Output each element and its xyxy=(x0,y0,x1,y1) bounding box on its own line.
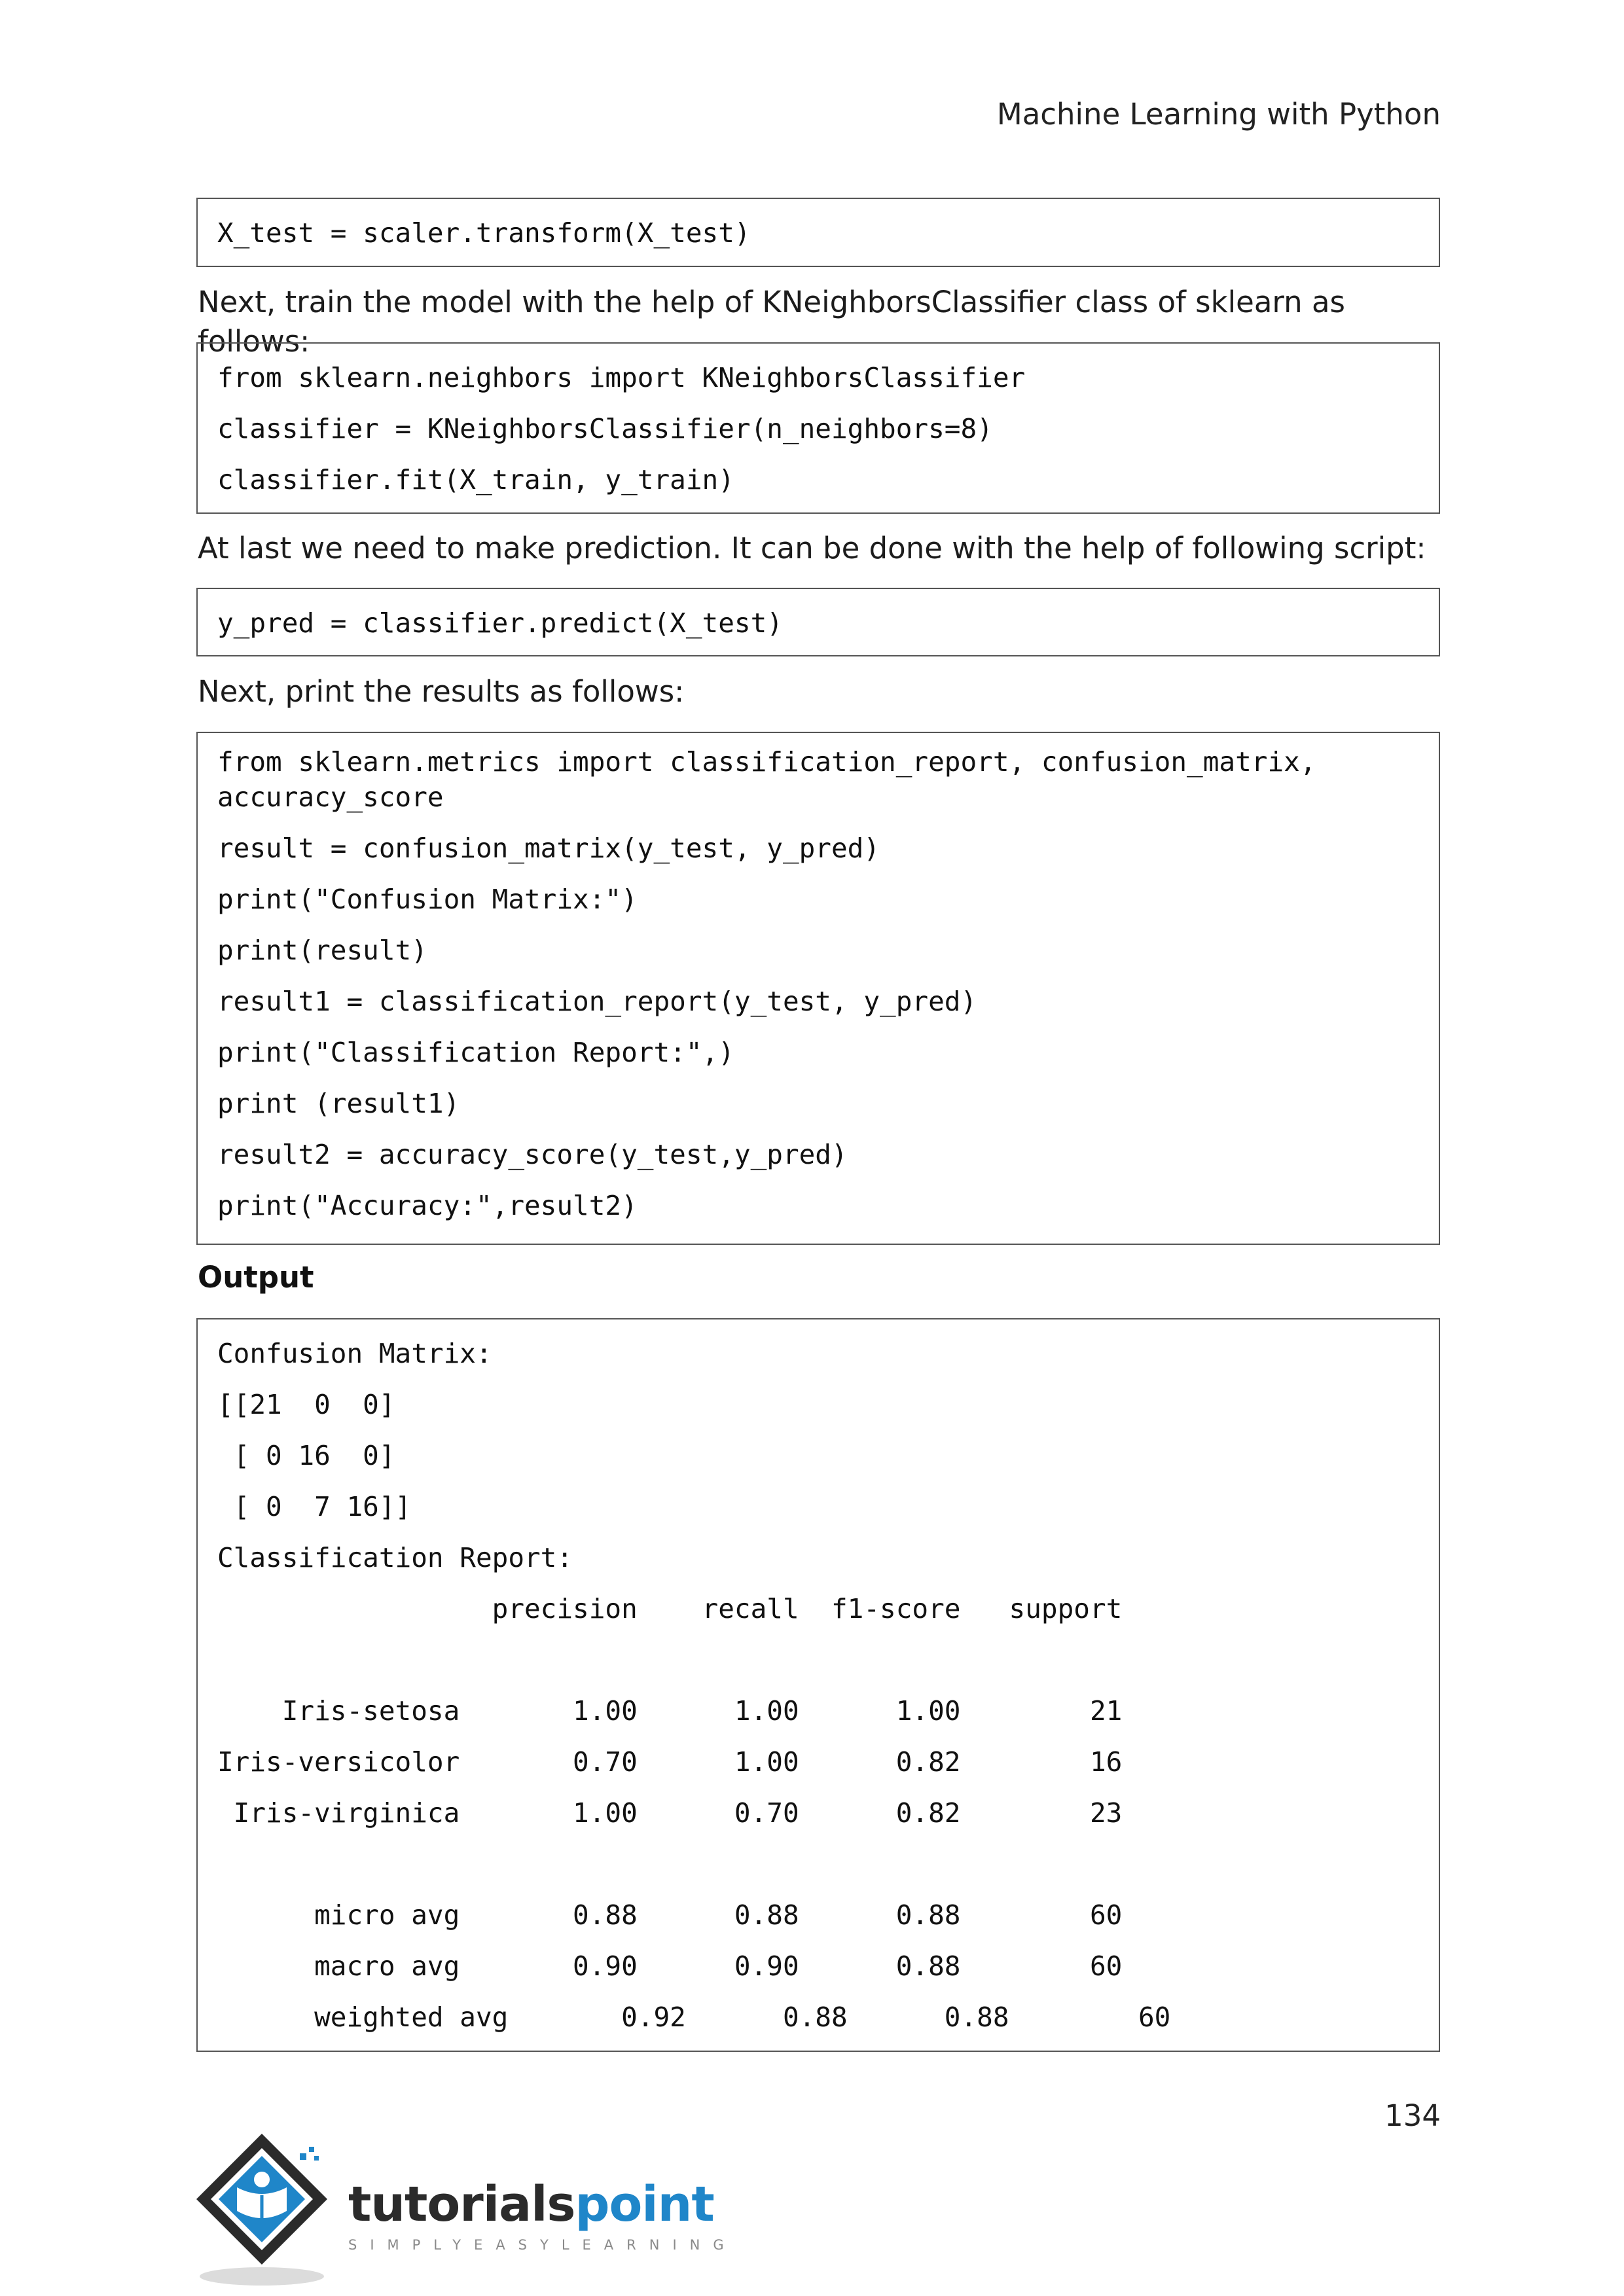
code-line: from sklearn.metrics import classificati… xyxy=(217,746,1316,813)
code-line: print("Accuracy:",result2) xyxy=(217,1190,638,1221)
code-line: from sklearn.neighbors import KNeighbors… xyxy=(217,362,1026,393)
output-line: Iris-virginica 1.00 0.70 0.82 23 xyxy=(217,1797,1123,1829)
output-line: [[21 0 0] xyxy=(217,1389,395,1420)
output-line: [ 0 7 16]] xyxy=(217,1491,412,1522)
code-line: y_pred = classifier.predict(X_test) xyxy=(217,607,783,639)
page-number: 134 xyxy=(1384,2098,1441,2133)
output-line: macro avg 0.90 0.90 0.88 60 xyxy=(217,1950,1123,1982)
code-line: result1 = classification_report(y_test, … xyxy=(217,986,977,1017)
code-block-metrics: from sklearn.metrics import classificati… xyxy=(196,732,1440,1245)
output-line: micro avg 0.88 0.88 0.88 60 xyxy=(217,1899,1123,1931)
code-line: X_test = scaler.transform(X_test) xyxy=(217,217,751,249)
code-line: print("Confusion Matrix:") xyxy=(217,884,638,915)
code-line: classifier.fit(X_train, y_train) xyxy=(217,464,734,495)
output-line: [ 0 16 0] xyxy=(217,1440,395,1471)
logo-word-dark: tutorials xyxy=(348,2176,575,2233)
code-line: result = confusion_matrix(y_test, y_pred… xyxy=(217,833,880,864)
output-blank-line xyxy=(217,1839,1419,1890)
code-block-predict: y_pred = classifier.predict(X_test) xyxy=(196,588,1440,656)
output-heading: Output xyxy=(198,1260,314,1295)
code-line: classifier = KNeighborsClassifier(n_neig… xyxy=(217,413,993,444)
logo-wordmark: tutorialspoint xyxy=(348,2176,715,2233)
output-line: Iris-versicolor 0.70 1.00 0.82 16 xyxy=(217,1746,1123,1778)
output-line: Iris-setosa 1.00 1.00 1.00 21 xyxy=(217,1695,1123,1727)
running-header: Machine Learning with Python xyxy=(996,97,1441,132)
logo-tagline: SIMPLYEASYLEARNING xyxy=(348,2237,737,2253)
code-line: print (result1) xyxy=(217,1088,460,1119)
paragraph-predict: At last we need to make prediction. It c… xyxy=(198,531,1426,565)
output-line: weighted avg 0.92 0.88 0.88 60 xyxy=(217,2001,1171,2033)
tutorialspoint-logo: tutorialspoint SIMPLYEASYLEARNING xyxy=(196,2127,724,2296)
output-line: Classification Report: xyxy=(217,1542,573,1573)
code-line: result2 = accuracy_score(y_test,y_pred) xyxy=(217,1139,848,1170)
logo-word-blue: point xyxy=(575,2176,714,2233)
output-blank-line xyxy=(217,1634,1419,1685)
paragraph-print: Next, print the results as follows: xyxy=(198,674,685,709)
code-block-classifier: from sklearn.neighbors import KNeighbors… xyxy=(196,342,1440,514)
code-block-scaler: X_test = scaler.transform(X_test) xyxy=(196,198,1440,267)
output-line: Confusion Matrix: xyxy=(217,1338,492,1369)
code-line: print(result) xyxy=(217,935,427,966)
output-line: precision recall f1-score support xyxy=(217,1593,1123,1624)
code-line: print("Classification Report:",) xyxy=(217,1037,734,1068)
output-block: Confusion Matrix: [[21 0 0] [ 0 16 0] [ … xyxy=(196,1318,1440,2052)
logo-emblem-icon xyxy=(196,2134,327,2286)
